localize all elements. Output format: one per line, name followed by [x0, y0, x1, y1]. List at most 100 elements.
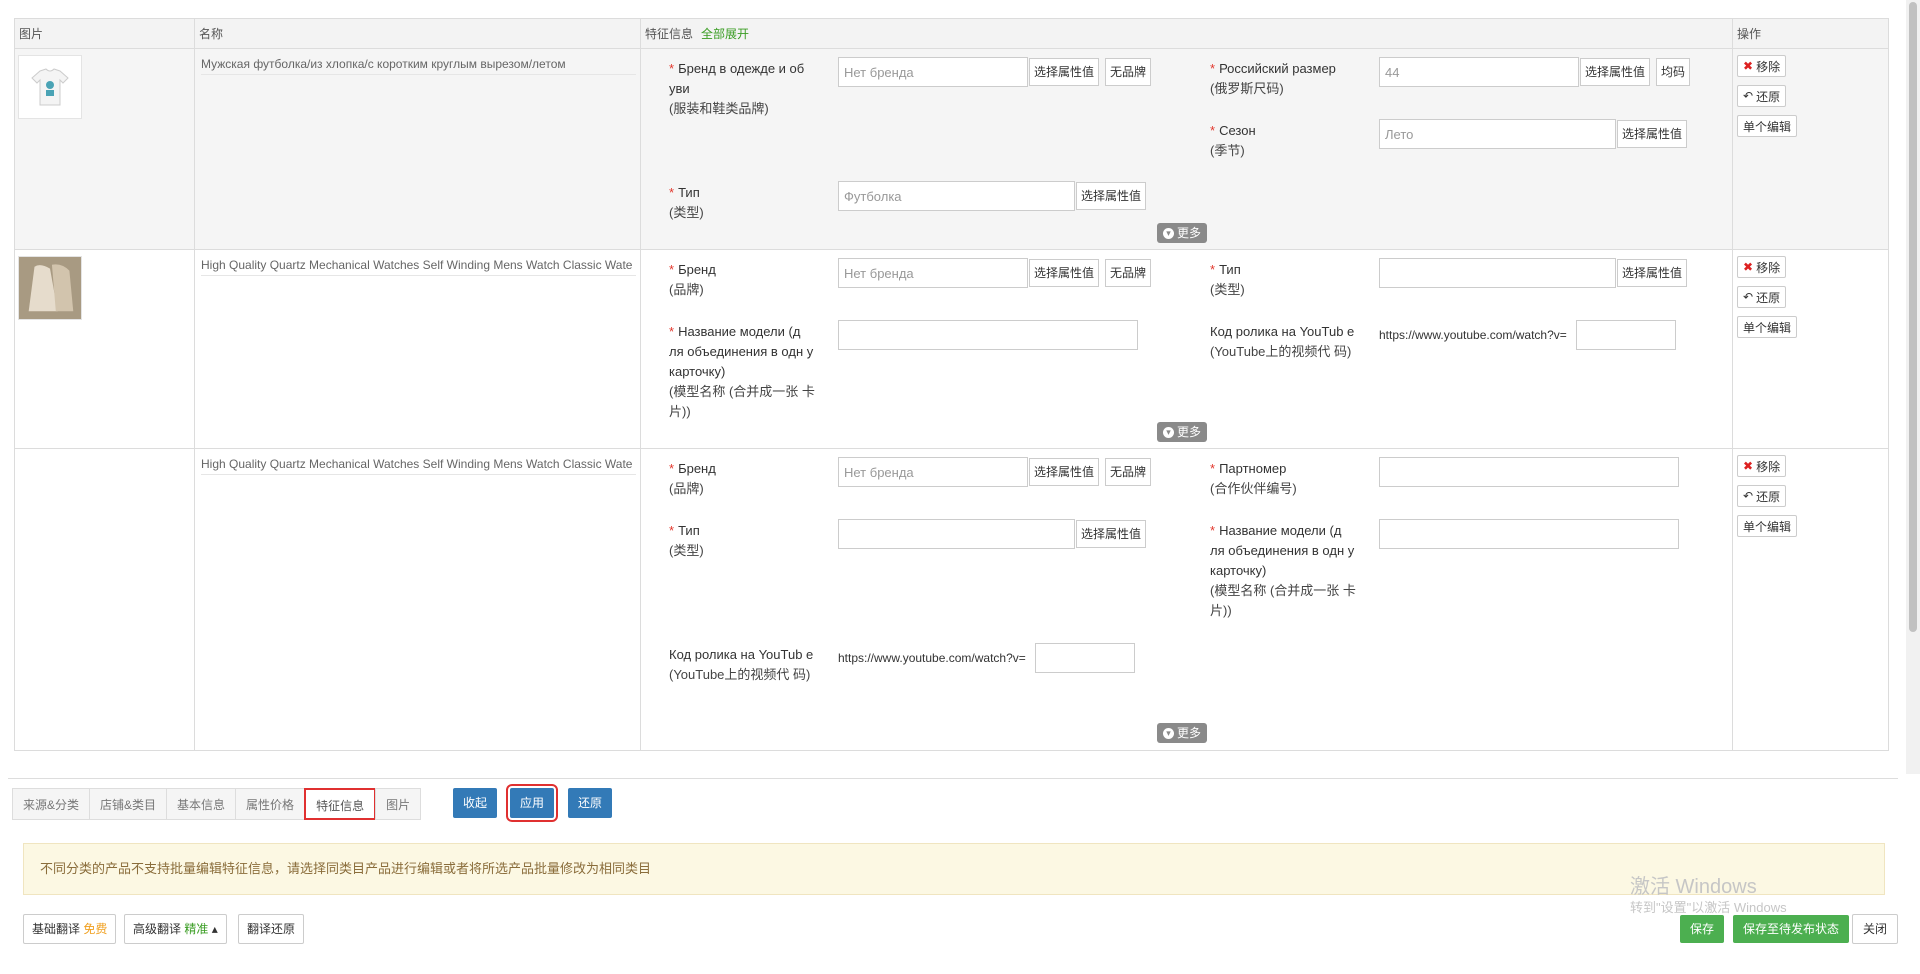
basic-translate-button[interactable]: 基础翻译 免费 [23, 914, 117, 944]
one-size-button[interactable]: 均码 [1656, 58, 1691, 86]
ops-cell: ✖ 移除 ↶ 还原 单个编辑 [1732, 448, 1889, 751]
save-pending-button[interactable]: 保存至待发布状态 [1733, 915, 1850, 943]
close-icon: ✖ [1743, 260, 1754, 274]
attr-label-brand: * Бренд (品牌) [669, 262, 716, 297]
attr-label-brand: * Бренд (品牌) [669, 461, 716, 496]
restore-button[interactable]: ↶ 还原 [1737, 85, 1787, 107]
attrs-cell: *Бренд (品牌) 选择属性值 无品牌 *Партномер (合作伙伴编号… [640, 448, 1733, 751]
restore-button[interactable]: ↶ 还原 [1737, 286, 1787, 308]
advanced-translate-button[interactable]: 高级翻译 精准 ▴ [124, 914, 227, 944]
select-value-button[interactable]: 选择属性值 [1029, 458, 1100, 486]
tab-features[interactable]: 特征信息 [304, 788, 377, 820]
brand-input[interactable] [838, 258, 1028, 288]
type-input[interactable] [838, 519, 1075, 549]
select-value-button[interactable]: 选择属性值 [1029, 259, 1100, 287]
model-name-input[interactable] [838, 320, 1138, 350]
product-table: 图片 名称 特征信息 全部展开 操作 Мужская футболка/из х… [14, 18, 1889, 751]
tab-basic-info[interactable]: 基本信息 [166, 788, 237, 820]
close-icon: ✖ [1743, 59, 1754, 73]
image-cell [14, 448, 195, 751]
restore-button[interactable]: ↶ 还原 [1737, 485, 1787, 507]
name-cell: High Quality Quartz Mechanical Watches S… [194, 249, 641, 449]
single-edit-button[interactable]: 单个编辑 [1737, 515, 1798, 537]
attr-label-type: * Тип (类型) [1210, 262, 1245, 297]
select-value-button[interactable]: 选择属性值 [1617, 259, 1688, 287]
table-row: High Quality Quartz Mechanical Watches S… [14, 249, 1889, 449]
attr-label-youtube: Код ролика на YouTub e (YouTube上的视频代 码) [1210, 324, 1355, 359]
chevron-down-icon: ▾ [1163, 426, 1174, 438]
accurate-tag: 精准 [184, 922, 209, 936]
watch-photo-icon [19, 257, 81, 319]
header-attrs-label: 特征信息 [645, 27, 694, 41]
tab-shop-category[interactable]: 店铺&类目 [89, 788, 168, 820]
close-icon: ✖ [1743, 459, 1754, 473]
single-edit-button[interactable]: 单个编辑 [1737, 316, 1798, 338]
select-value-button[interactable]: 选择属性值 [1617, 120, 1688, 148]
season-input[interactable] [1379, 119, 1616, 149]
more-button[interactable]: ▾ 更多 [1157, 422, 1208, 442]
more-button[interactable]: ▾ 更多 [1157, 723, 1208, 743]
attrs-cell: *Бренд в одежде и об уви (服装和鞋类品牌) 选择属性值… [640, 48, 1733, 250]
product-thumbnail[interactable] [18, 256, 82, 320]
attrs-cell: *Бренд (品牌) 选择属性值 无品牌 *Тип (类型) 选择属性值 *Н… [640, 249, 1733, 449]
brand-input[interactable] [838, 57, 1028, 87]
no-brand-button[interactable]: 无品牌 [1105, 259, 1152, 287]
bottom-panel: 来源&分类 店铺&类目 基本信息 属性价格 特征信息 图片 收起 应用 还原 不… [8, 778, 1898, 974]
type-input[interactable] [838, 181, 1075, 211]
product-name: High Quality Quartz Mechanical Watches S… [201, 457, 636, 475]
youtube-code-input[interactable] [1035, 643, 1135, 673]
product-name: High Quality Quartz Mechanical Watches S… [201, 258, 636, 276]
attr-label-type: * Тип (类型) [669, 523, 704, 558]
ops-cell: ✖ 移除 ↶ 还原 单个编辑 [1732, 48, 1889, 250]
select-value-button[interactable]: 选择属性值 [1076, 520, 1147, 548]
tab-source-category[interactable]: 来源&分类 [12, 788, 91, 820]
size-input[interactable] [1379, 57, 1579, 87]
undo-icon: ↶ [1743, 89, 1754, 103]
select-value-button[interactable]: 选择属性值 [1029, 58, 1100, 86]
expand-all-link[interactable]: 全部展开 [701, 27, 749, 41]
more-button[interactable]: ▾ 更多 [1157, 223, 1208, 243]
collapse-button[interactable]: 收起 [453, 788, 498, 818]
undo-icon: ↶ [1743, 489, 1754, 503]
model-name-input[interactable] [1379, 519, 1679, 549]
attr-label-partnumber: * Партномер (合作伙伴编号) [1210, 461, 1297, 496]
remove-button[interactable]: ✖ 移除 [1737, 55, 1787, 77]
select-value-button[interactable]: 选择属性值 [1076, 182, 1147, 210]
youtube-code-input[interactable] [1576, 320, 1676, 350]
no-brand-button[interactable]: 无品牌 [1105, 458, 1152, 486]
youtube-url-prefix: https://www.youtube.com/watch?v= [1379, 328, 1567, 342]
single-edit-button[interactable]: 单个编辑 [1737, 115, 1798, 137]
product-thumbnail[interactable] [18, 55, 82, 119]
tab-images[interactable]: 图片 [375, 788, 422, 820]
bottom-tabs: 来源&分类 店铺&类目 基本信息 属性价格 特征信息 图片 [12, 788, 422, 820]
scrollbar-thumb[interactable] [1909, 2, 1917, 632]
attr-label-model: * Название модели (д ля объединения в одн… [1210, 523, 1356, 618]
table-row: Мужская футболка/из хлопка/с коротким кр… [14, 48, 1889, 250]
vertical-scrollbar[interactable] [1906, 0, 1920, 774]
save-button[interactable]: 保存 [1680, 915, 1725, 943]
product-name: Мужская футболка/из хлопка/с коротким кр… [201, 57, 636, 75]
attr-label-model: * Название модели (д ля объединения в одн… [669, 324, 815, 419]
close-button[interactable]: 关闭 [1852, 914, 1898, 944]
windows-activation-watermark: 激活 Windows 转到"设置"以激活 Windows [1630, 876, 1787, 915]
attr-label-size: * Российский размер (俄罗斯尺码) [1210, 61, 1336, 96]
header-image: 图片 [14, 18, 195, 49]
type-input[interactable] [1379, 258, 1616, 288]
select-value-button[interactable]: 选择属性值 [1580, 58, 1651, 86]
caret-up-icon: ▴ [211, 922, 218, 936]
remove-button[interactable]: ✖ 移除 [1737, 256, 1787, 278]
image-cell [14, 48, 195, 250]
name-cell: High Quality Quartz Mechanical Watches S… [194, 448, 641, 751]
partnumber-input[interactable] [1379, 457, 1679, 487]
brand-input[interactable] [838, 457, 1028, 487]
translate-restore-button[interactable]: 翻译还原 [238, 914, 305, 944]
apply-button[interactable]: 应用 [505, 784, 559, 822]
header-ops: 操作 [1732, 18, 1889, 49]
image-cell [14, 249, 195, 449]
tab-attribute-price[interactable]: 属性价格 [235, 788, 306, 820]
restore-all-button[interactable]: 还原 [568, 788, 613, 818]
attr-label-youtube: Код ролика на YouTub e (YouTube上的视频代 码) [669, 647, 814, 682]
remove-button[interactable]: ✖ 移除 [1737, 455, 1787, 477]
table-row: High Quality Quartz Mechanical Watches S… [14, 448, 1889, 751]
no-brand-button[interactable]: 无品牌 [1105, 58, 1152, 86]
